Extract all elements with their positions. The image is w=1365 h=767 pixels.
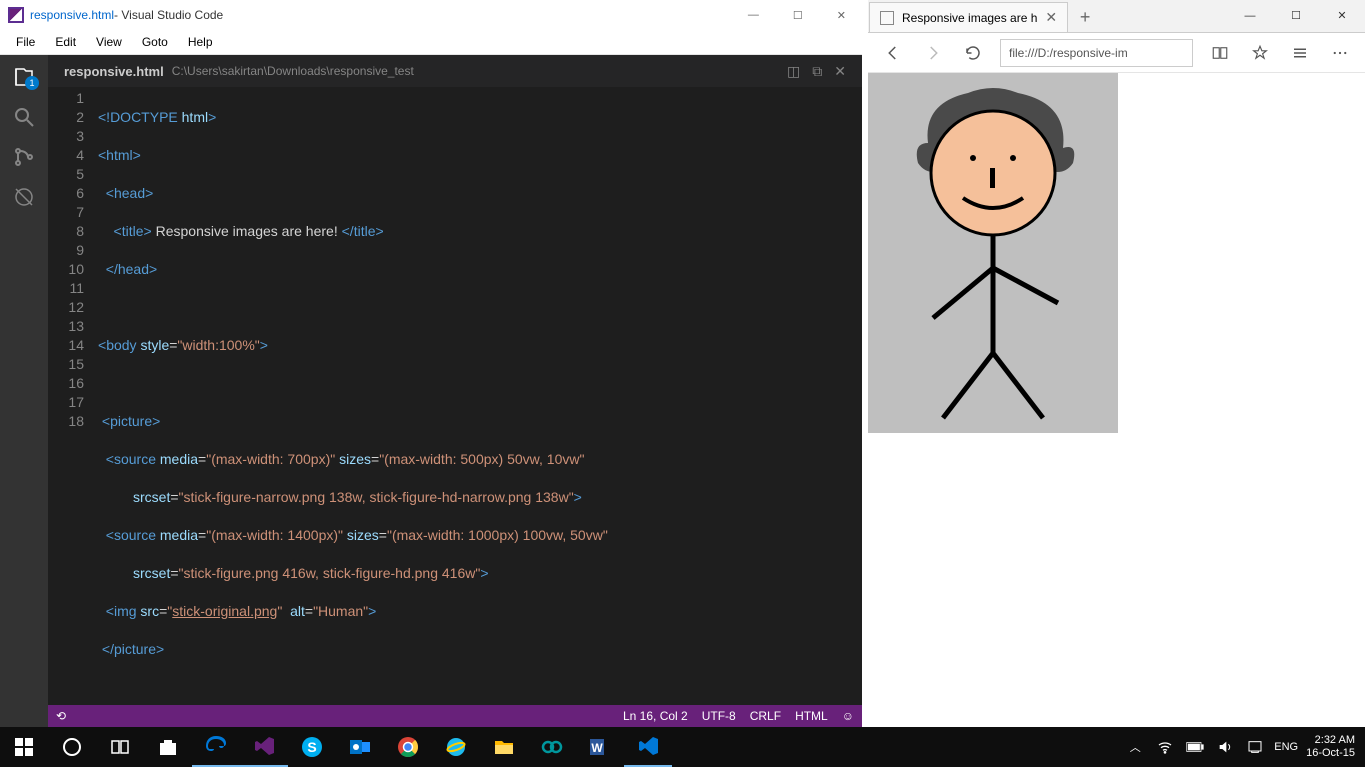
battery-icon[interactable] [1184, 741, 1206, 753]
explorer-taskbar-icon[interactable] [480, 727, 528, 767]
status-eol[interactable]: CRLF [750, 709, 781, 723]
editor-tab-header: responsive.html C:\Users\sakirtan\Downlo… [48, 55, 862, 87]
tab-filename[interactable]: responsive.html [64, 64, 164, 79]
svg-text:W: W [591, 741, 603, 755]
edge-tabstrip: Responsive images are h ✕ + — ☐ ✕ [868, 0, 1365, 33]
status-feedback-icon[interactable]: ☺ [842, 709, 854, 723]
vs-taskbar-icon[interactable] [240, 727, 288, 767]
tray-chevron-icon[interactable]: ︿ [1124, 739, 1146, 755]
edge-minimize-button[interactable]: — [1227, 0, 1273, 32]
menu-file[interactable]: File [8, 33, 43, 51]
forward-button[interactable] [916, 37, 950, 69]
vscode-logo-icon [8, 7, 24, 23]
explorer-badge: 1 [25, 76, 39, 90]
tab-title: Responsive images are h [902, 11, 1037, 25]
windows-taskbar: S W ︿ ENG 2:32 AM16-Oct-15 [0, 727, 1365, 767]
edge-maximize-button[interactable]: ☐ [1273, 0, 1319, 32]
maximize-button[interactable]: ☐ [785, 7, 811, 24]
page-content [868, 73, 1365, 727]
line-gutter: 123456789101112131415161718 [48, 87, 98, 705]
editor-more-icon[interactable]: ⧉ [812, 63, 822, 80]
title-app: - Visual Studio Code [114, 8, 223, 22]
status-cursor[interactable]: Ln 16, Col 2 [623, 709, 688, 723]
explorer-icon[interactable]: 1 [10, 63, 38, 91]
close-tab-icon[interactable]: ✕ [1045, 9, 1057, 26]
status-bar: ⟲ Ln 16, Col 2 UTF-8 CRLF HTML ☺ [48, 705, 862, 727]
language-indicator[interactable]: ENG [1274, 741, 1298, 753]
clock[interactable]: 2:32 AM16-Oct-15 [1306, 734, 1355, 760]
more-icon[interactable] [1323, 37, 1357, 69]
vscode-menubar: File Edit View Goto Help [0, 30, 862, 55]
ie-icon[interactable] [432, 727, 480, 767]
debug-icon[interactable] [10, 183, 38, 211]
back-button[interactable] [876, 37, 910, 69]
status-sync-icon[interactable]: ⟲ [56, 709, 66, 723]
stick-figure-image [868, 73, 1118, 433]
git-icon[interactable] [10, 143, 38, 171]
split-editor-icon[interactable]: ◫ [787, 63, 800, 80]
menu-view[interactable]: View [88, 33, 130, 51]
svg-text:S: S [307, 739, 316, 755]
refresh-button[interactable] [956, 37, 990, 69]
reading-view-icon[interactable] [1203, 37, 1237, 69]
edge-taskbar-icon[interactable] [192, 727, 240, 767]
edge-window: Responsive images are h ✕ + — ☐ ✕ file:/… [868, 0, 1365, 727]
code-content[interactable]: <!DOCTYPE html> <html> <head> <title> Re… [98, 87, 862, 705]
cortana-icon[interactable] [48, 727, 96, 767]
activity-bar: 1 [0, 55, 48, 727]
code-editor[interactable]: 123456789101112131415161718 <!DOCTYPE ht… [48, 87, 862, 705]
minimize-button[interactable]: — [740, 7, 767, 24]
word-icon[interactable]: W [576, 727, 624, 767]
menu-goto[interactable]: Goto [134, 33, 176, 51]
edge-close-button[interactable]: ✕ [1319, 0, 1365, 32]
browser-tab[interactable]: Responsive images are h ✕ [869, 2, 1068, 32]
arduino-icon[interactable] [528, 727, 576, 767]
status-encoding[interactable]: UTF-8 [702, 709, 736, 723]
favorite-icon[interactable] [1243, 37, 1277, 69]
volume-icon[interactable] [1214, 739, 1236, 755]
chrome-icon[interactable] [384, 727, 432, 767]
edge-toolbar: file:///D:/responsive-im [868, 33, 1365, 73]
title-filename: responsive.html [30, 8, 114, 22]
status-lang[interactable]: HTML [795, 709, 828, 723]
skype-icon[interactable]: S [288, 727, 336, 767]
page-icon [880, 11, 894, 25]
vscode-taskbar-icon[interactable] [624, 727, 672, 767]
hub-icon[interactable] [1283, 37, 1317, 69]
tab-path: C:\Users\sakirtan\Downloads\responsive_t… [172, 64, 414, 78]
new-tab-button[interactable]: + [1068, 2, 1102, 32]
outlook-icon[interactable] [336, 727, 384, 767]
taskview-icon[interactable] [96, 727, 144, 767]
address-bar[interactable]: file:///D:/responsive-im [1000, 39, 1193, 67]
close-editor-icon[interactable]: ✕ [834, 63, 846, 80]
wifi-icon[interactable] [1154, 739, 1176, 755]
vscode-titlebar[interactable]: responsive.html - Visual Studio Code — ☐… [0, 0, 862, 30]
vscode-window: responsive.html - Visual Studio Code — ☐… [0, 0, 862, 727]
start-button[interactable] [0, 727, 48, 767]
store-icon[interactable] [144, 727, 192, 767]
close-button[interactable]: ✕ [829, 7, 854, 24]
menu-help[interactable]: Help [180, 33, 221, 51]
search-icon[interactable] [10, 103, 38, 131]
notifications-icon[interactable] [1244, 739, 1266, 755]
system-tray: ︿ ENG 2:32 AM16-Oct-15 [1124, 734, 1365, 760]
menu-edit[interactable]: Edit [47, 33, 84, 51]
